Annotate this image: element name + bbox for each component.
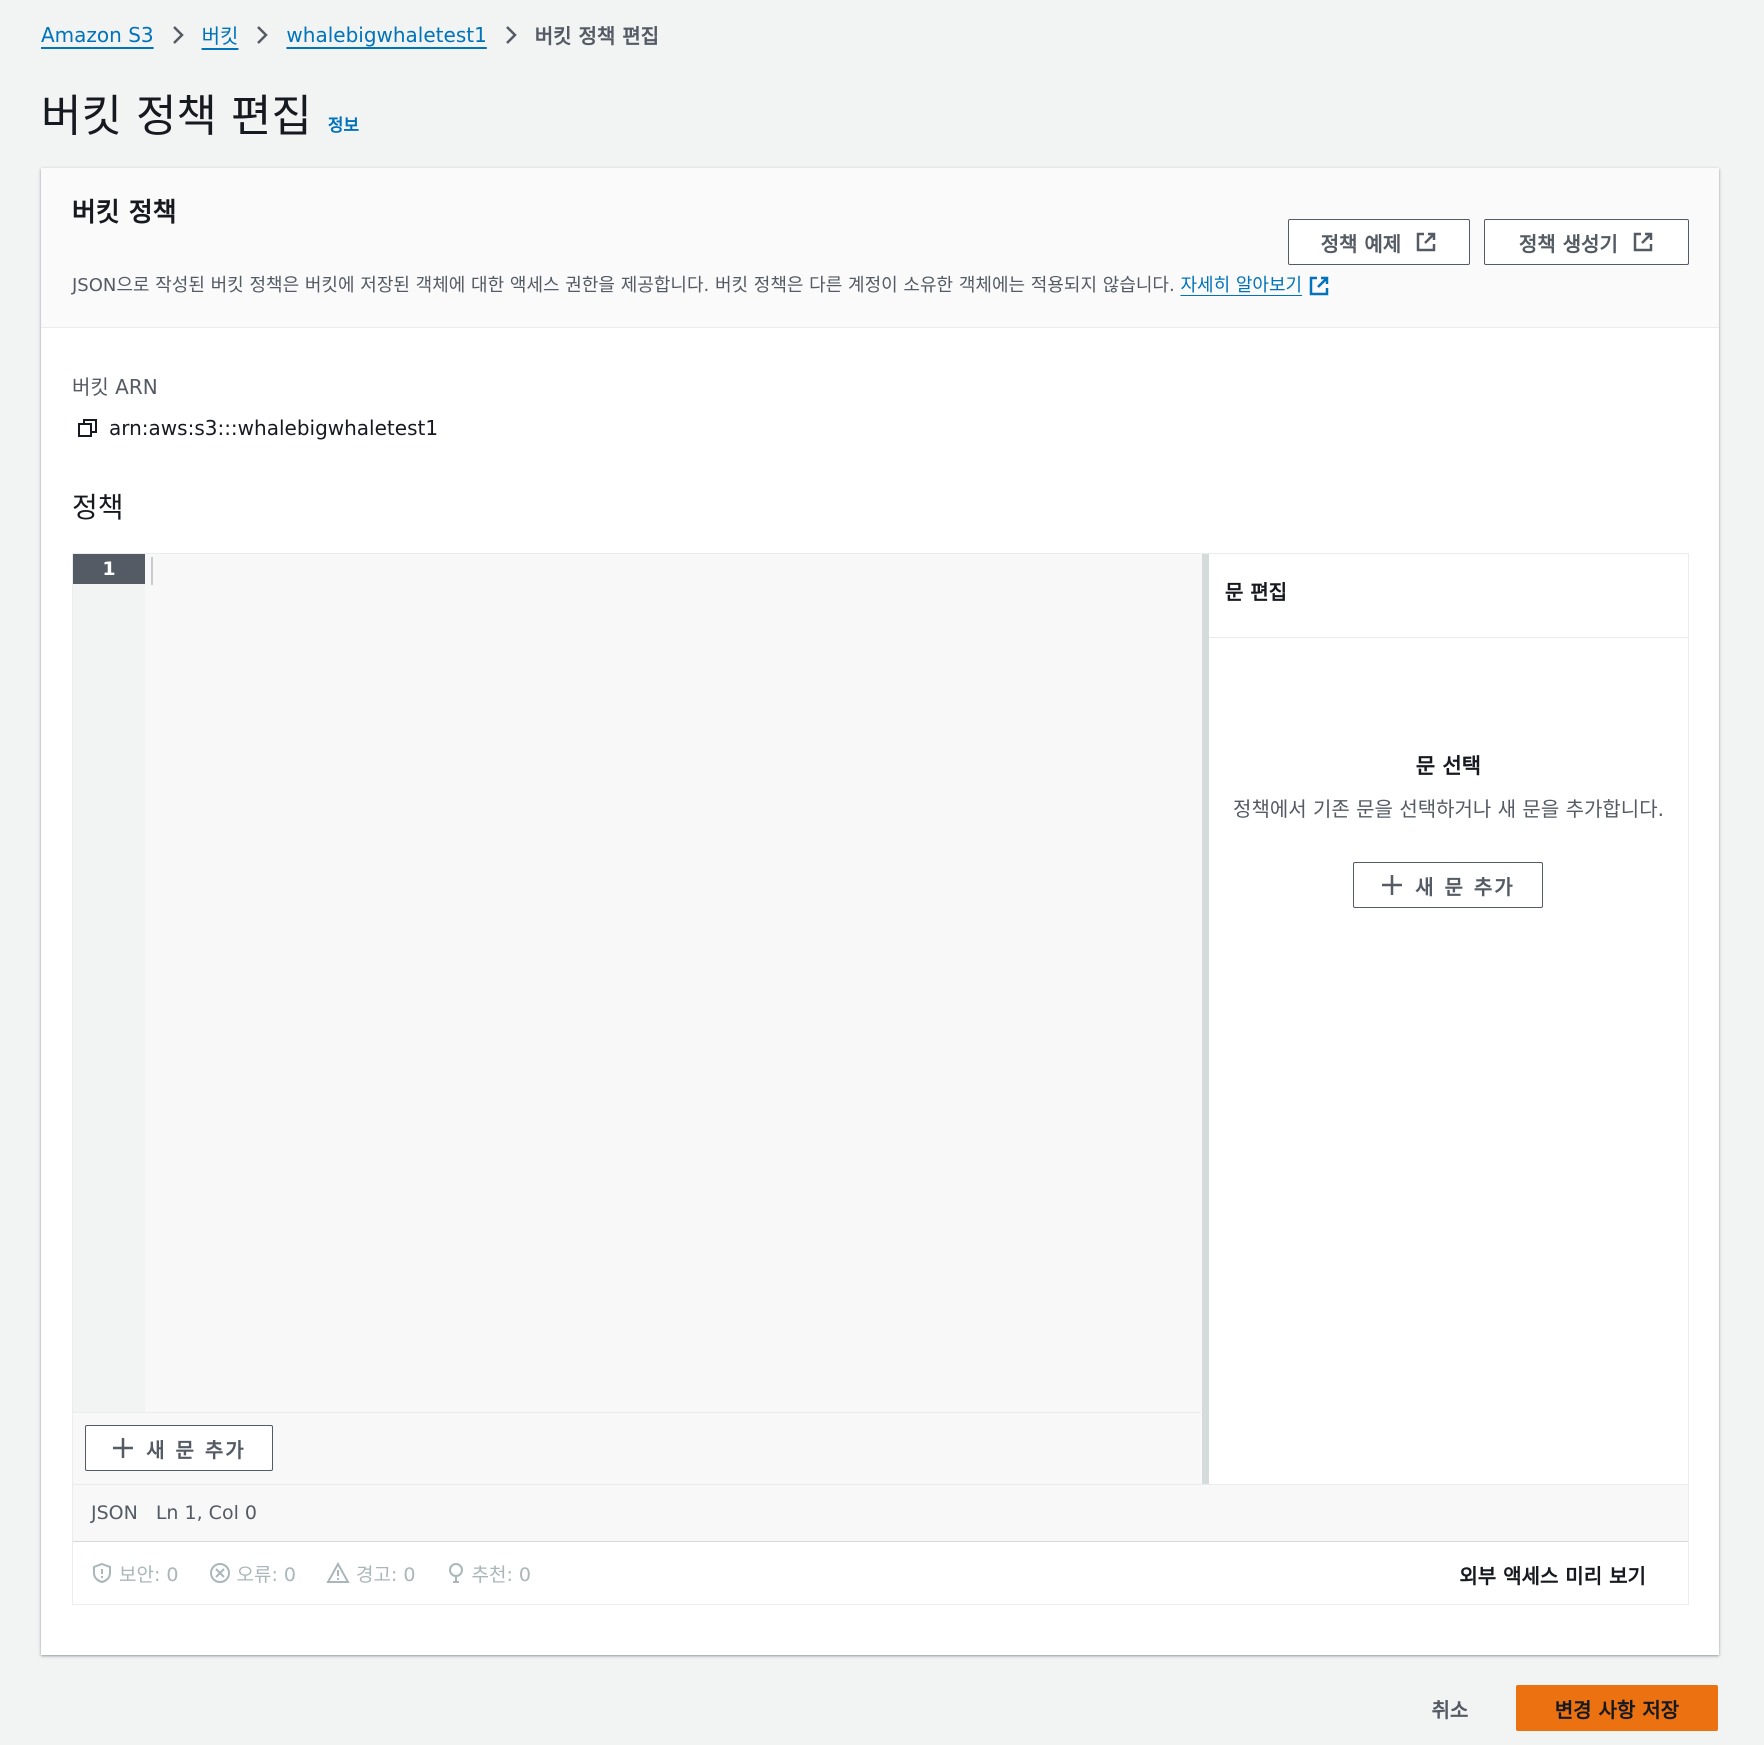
empty-state: 문 선택 정책에서 기존 문을 선택하거나 새 문을 추가합니다. bbox=[1209, 750, 1688, 824]
copy-icon[interactable] bbox=[77, 417, 99, 439]
panel-description-text: JSON으로 작성된 버킷 정책은 버킷에 저장된 객체에 대한 액세스 권한을… bbox=[72, 275, 1175, 296]
panel-description: JSON으로 작성된 버킷 정책은 버킷에 저장된 객체에 대한 액세스 권한을… bbox=[72, 271, 1330, 297]
add-new-statement-label: 새 문 추가 bbox=[146, 1437, 246, 1462]
breadcrumb-buckets[interactable]: 버킷 bbox=[202, 20, 239, 49]
external-link-icon bbox=[1308, 275, 1330, 297]
editor-status-bar: JSON Ln 1, Col 0 bbox=[73, 1484, 1688, 1542]
error-count: 오류: 0 bbox=[236, 1563, 297, 1586]
panel-header: 버킷 정책 정책 예제 정책 생성기 JSON으로 작성된 버킷 정책은 버킷에… bbox=[41, 168, 1719, 328]
edit-statement-panel: 문 편집 문 선택 정책에서 기존 문을 선택하거나 새 문을 추가합니다. 새… bbox=[1209, 554, 1688, 1484]
warning-check[interactable]: 경고: 0 bbox=[326, 1560, 416, 1587]
line-number: 1 bbox=[73, 554, 145, 584]
edit-statement-title: 문 편집 bbox=[1225, 580, 1288, 604]
policy-checks-bar: 보안: 0 오류: 0 경고: 0 추천: 0 외부 액세스 미리 보기 bbox=[73, 1542, 1688, 1604]
suggestion-check[interactable]: 추천: 0 bbox=[446, 1560, 532, 1587]
breadcrumb: Amazon S3 버킷 whalebigwhaletest1 버킷 정책 편집 bbox=[41, 20, 659, 49]
editor-footer: 새 문 추가 bbox=[73, 1412, 1201, 1485]
json-code-area[interactable] bbox=[145, 554, 1273, 1412]
side-add-new-statement-button[interactable]: 새 문 추가 bbox=[1353, 862, 1543, 908]
policy-examples-button[interactable]: 정책 예제 bbox=[1288, 219, 1470, 265]
side-add-new-statement-label: 새 문 추가 bbox=[1415, 874, 1515, 899]
policy-label: 정책 bbox=[72, 491, 124, 524]
cancel-button[interactable]: 취소 bbox=[1415, 1685, 1485, 1731]
external-link-icon bbox=[1632, 231, 1654, 253]
language-mode: JSON bbox=[91, 1502, 138, 1524]
policy-generator-label: 정책 생성기 bbox=[1519, 231, 1618, 256]
policy-editor: 1 새 문 추가 문 편집 문 선택 정책에서 기존 문을 선택하거나 새 문을… bbox=[72, 553, 1689, 1605]
error-icon bbox=[209, 1562, 231, 1584]
suggestion-count: 추천: 0 bbox=[471, 1563, 532, 1586]
page-title: 버킷 정책 편집 bbox=[41, 91, 312, 142]
text-cursor bbox=[151, 557, 153, 585]
security-check[interactable]: 보안: 0 bbox=[91, 1560, 179, 1587]
error-check[interactable]: 오류: 0 bbox=[209, 1560, 297, 1587]
plus-icon bbox=[1381, 874, 1403, 896]
empty-state-title: 문 선택 bbox=[1415, 754, 1482, 778]
lightbulb-icon bbox=[446, 1562, 466, 1584]
bucket-arn-row: arn:aws:s3:::whalebigwhaletest1 bbox=[77, 416, 438, 440]
line-number-gutter: 1 bbox=[73, 554, 145, 1412]
plus-icon bbox=[112, 1437, 134, 1459]
breadcrumb-amazon-s3[interactable]: Amazon S3 bbox=[41, 23, 154, 47]
page-header: 버킷 정책 편집 정보 bbox=[41, 80, 359, 144]
cursor-position: Ln 1, Col 0 bbox=[155, 1502, 257, 1524]
info-link[interactable]: 정보 bbox=[328, 111, 359, 136]
chevron-right-icon bbox=[256, 25, 269, 45]
breadcrumb-bucket-name[interactable]: whalebigwhaletest1 bbox=[286, 23, 486, 47]
external-link-icon bbox=[1415, 231, 1437, 253]
shield-icon bbox=[91, 1562, 113, 1584]
bucket-policy-panel: 버킷 정책 정책 예제 정책 생성기 JSON으로 작성된 버킷 정책은 버킷에… bbox=[41, 168, 1719, 1655]
chevron-right-icon bbox=[172, 25, 184, 45]
add-new-statement-button[interactable]: 새 문 추가 bbox=[85, 1425, 273, 1471]
warning-icon bbox=[326, 1562, 350, 1584]
security-count: 보안: 0 bbox=[119, 1563, 179, 1586]
learn-more-link[interactable]: 자세히 알아보기 bbox=[1180, 275, 1302, 296]
bucket-arn-value: arn:aws:s3:::whalebigwhaletest1 bbox=[109, 416, 439, 440]
save-changes-button[interactable]: 변경 사항 저장 bbox=[1516, 1685, 1718, 1731]
edit-statement-header: 문 편집 bbox=[1209, 554, 1688, 638]
policy-examples-label: 정책 예제 bbox=[1320, 231, 1402, 256]
external-access-preview-button[interactable]: 외부 액세스 미리 보기 bbox=[1460, 1560, 1647, 1589]
learn-more-label: 자세히 알아보기 bbox=[1180, 275, 1303, 296]
breadcrumb-current: 버킷 정책 편집 bbox=[534, 24, 660, 48]
panel-resize-handle[interactable] bbox=[1202, 554, 1209, 1484]
panel-title: 버킷 정책 bbox=[72, 198, 177, 228]
warning-count: 경고: 0 bbox=[356, 1563, 416, 1586]
chevron-right-icon bbox=[505, 25, 517, 45]
empty-state-description: 정책에서 기존 문을 선택하거나 새 문을 추가합니다. bbox=[1233, 797, 1664, 821]
bucket-arn-label: 버킷 ARN bbox=[72, 375, 158, 399]
policy-generator-button[interactable]: 정책 생성기 bbox=[1484, 219, 1689, 265]
